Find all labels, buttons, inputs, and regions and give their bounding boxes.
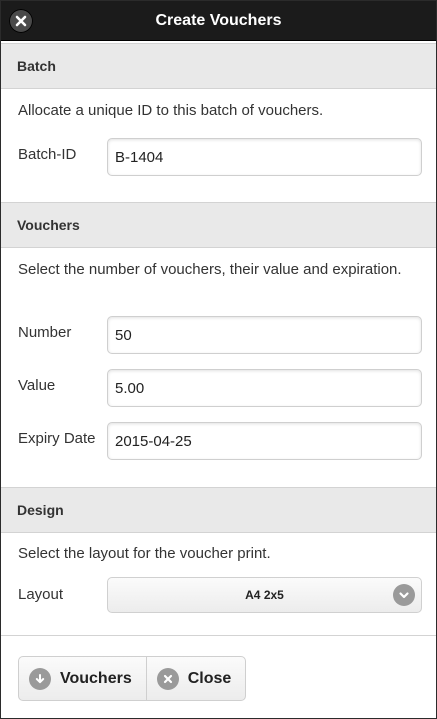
footer-button-group: Vouchers Close (18, 656, 247, 701)
vouchers-button-label: Vouchers (60, 669, 132, 687)
close-button-label: Close (187, 669, 232, 687)
batch-description: Allocate a unique ID to this batch of vo… (18, 102, 324, 119)
number-input[interactable] (107, 316, 422, 354)
section-header-batch: Batch (1, 43, 436, 89)
expiry-date-input[interactable] (107, 422, 422, 460)
vouchers-description: Select the number of vouchers, their val… (18, 261, 402, 278)
layout-selected-value: A4 2x5 (245, 588, 284, 602)
batch-id-input[interactable] (107, 138, 422, 176)
section-header-design: Design (1, 487, 436, 533)
chevron-down-icon (393, 584, 415, 606)
value-input[interactable] (107, 369, 422, 407)
expiry-date-label: Expiry Date (18, 430, 96, 447)
value-label: Value (18, 377, 56, 394)
number-label: Number (18, 324, 72, 341)
arrow-down-icon (29, 667, 51, 690)
section-header-vouchers: Vouchers (1, 202, 436, 248)
create-vouchers-dialog: Create Vouchers Batch Allocate a unique … (0, 0, 437, 719)
close-icon (156, 667, 179, 690)
layout-label: Layout (18, 586, 64, 603)
dialog-header: Create Vouchers (1, 1, 436, 41)
design-description: Select the layout for the voucher print. (18, 545, 271, 562)
vouchers-button[interactable]: Vouchers (19, 657, 146, 700)
batch-id-label: Batch-ID (18, 146, 77, 163)
dialog-title: Create Vouchers (155, 12, 282, 29)
close-button[interactable]: Close (145, 657, 246, 700)
layout-select[interactable]: A4 2x5 (107, 577, 422, 613)
footer-divider (1, 635, 436, 636)
